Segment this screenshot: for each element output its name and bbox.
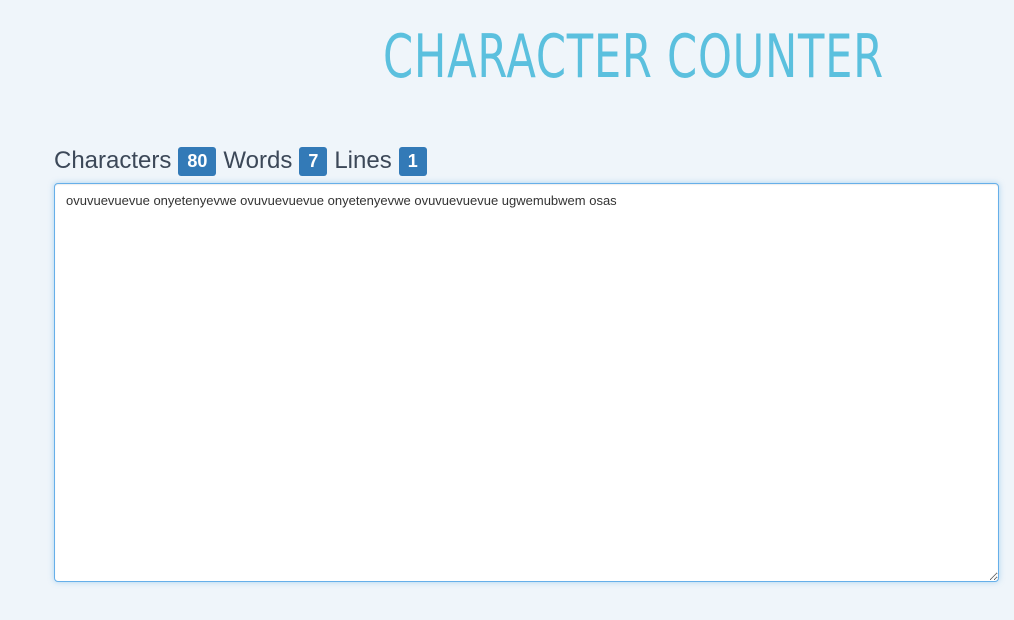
page: CHARACTER COUNTER Characters 80 Words 7 … <box>0 0 1014 620</box>
words-count-badge: 7 <box>299 146 328 176</box>
characters-count-badge: 80 <box>178 146 217 176</box>
text-input-area[interactable]: ovuvuevuevue onyetenyevwe ovuvuevuevue o… <box>54 183 999 582</box>
stats-bar: Characters 80 Words 7 Lines 1 <box>54 144 434 178</box>
words-label: Words <box>223 147 293 174</box>
characters-label: Characters <box>54 147 172 174</box>
page-title: CHARACTER COUNTER <box>383 22 884 92</box>
lines-count-badge: 1 <box>398 146 427 176</box>
lines-label: Lines <box>334 147 392 174</box>
